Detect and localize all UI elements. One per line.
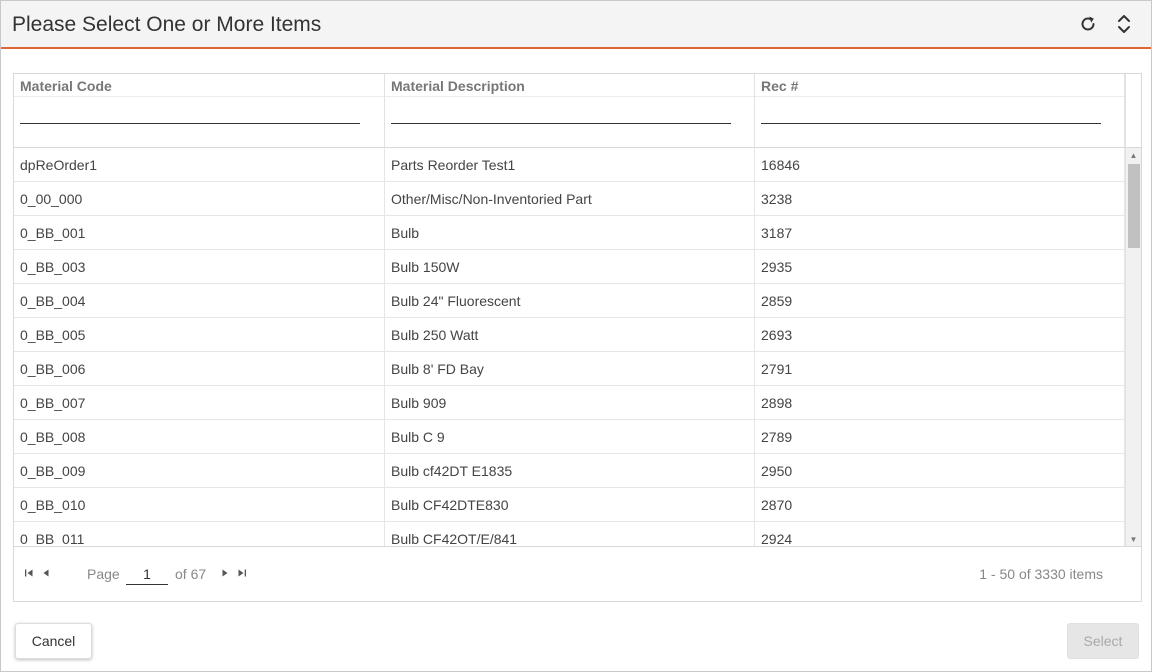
material-code-cell: 0_BB_001: [14, 216, 385, 250]
page-label: Page: [87, 566, 120, 582]
material-code-filter-input[interactable]: [20, 102, 360, 124]
items-grid: Material Code Material Description Rec #…: [13, 73, 1142, 602]
rec-number-cell: 2789: [755, 420, 1125, 454]
material-description-cell: Bulb 8' FD Bay: [385, 352, 755, 386]
rec-number-cell: 2791: [755, 352, 1125, 386]
cancel-button[interactable]: Cancel: [15, 623, 92, 659]
material-code-cell: 0_BB_008: [14, 420, 385, 454]
material-code-cell: 0_BB_004: [14, 284, 385, 318]
material-code-cell: 0_BB_006: [14, 352, 385, 386]
rec-number-cell: 2924: [755, 522, 1125, 546]
rec-number-cell: 3238: [755, 182, 1125, 216]
refresh-icon[interactable]: [1077, 13, 1099, 35]
material-description-cell: Bulb 909: [385, 386, 755, 420]
material-description-cell: Bulb 24" Fluorescent: [385, 284, 755, 318]
table-row[interactable]: 0_BB_010 Bulb CF42DTE830 2870: [14, 488, 1125, 522]
next-page-icon[interactable]: [218, 566, 232, 580]
table-row[interactable]: 0_BB_004 Bulb 24" Fluorescent 2859: [14, 284, 1125, 318]
material-code-cell: 0_BB_005: [14, 318, 385, 352]
material-code-cell: 0_BB_003: [14, 250, 385, 284]
rec-number-cell: 2859: [755, 284, 1125, 318]
select-items-dialog: Please Select One or More Items Material…: [0, 0, 1152, 672]
rec-number-cell: 2950: [755, 454, 1125, 488]
rec-number-cell: 2870: [755, 488, 1125, 522]
material-description-cell: Bulb cf42DT E1835: [385, 454, 755, 488]
column-label: Material Code: [20, 78, 112, 94]
material-code-cell: dpReOrder1: [14, 148, 385, 182]
table-row[interactable]: 0_BB_005 Bulb 250 Watt 2693: [14, 318, 1125, 352]
material-description-cell: Bulb CF42OT/E/841: [385, 522, 755, 546]
table-row[interactable]: 0_BB_008 Bulb C 9 2789: [14, 420, 1125, 454]
dialog-title: Please Select One or More Items: [12, 13, 322, 36]
column-header-material-description[interactable]: Material Description: [385, 74, 755, 148]
column-label: Material Description: [391, 78, 525, 94]
material-code-cell: 0_BB_007: [14, 386, 385, 420]
material-description-cell: Parts Reorder Test1: [385, 148, 755, 182]
previous-page-icon[interactable]: [39, 566, 53, 580]
grid-body: dpReOrder1 Parts Reorder Test1 16846 0_0…: [14, 148, 1125, 546]
dialog-titlebar: Please Select One or More Items: [1, 1, 1151, 49]
rec-number-cell: 2693: [755, 318, 1125, 352]
column-label: Rec #: [761, 78, 799, 94]
material-description-cell: Other/Misc/Non-Inventoried Part: [385, 182, 755, 216]
rec-number-filter-input[interactable]: [761, 102, 1101, 124]
scroll-up-arrow-icon[interactable]: ▲: [1126, 148, 1141, 162]
expand-collapse-icon[interactable]: [1113, 13, 1135, 35]
grid-scrollbar[interactable]: ▲ ▼: [1125, 148, 1141, 546]
select-button[interactable]: Select: [1067, 623, 1139, 659]
page-count-label: of 67: [175, 566, 207, 582]
material-code-cell: 0_00_000: [14, 182, 385, 216]
column-header-material-code[interactable]: Material Code: [14, 74, 385, 148]
material-description-cell: Bulb CF42DTE830: [385, 488, 755, 522]
material-description-filter-input[interactable]: [391, 102, 731, 124]
last-page-icon[interactable]: [235, 566, 249, 580]
table-row[interactable]: 0_BB_009 Bulb cf42DT E1835 2950: [14, 454, 1125, 488]
table-row[interactable]: 0_BB_007 Bulb 909 2898: [14, 386, 1125, 420]
table-row[interactable]: 0_BB_011 Bulb CF42OT/E/841 2924: [14, 522, 1125, 546]
column-header-rec-number[interactable]: Rec #: [755, 74, 1125, 148]
page-number-input[interactable]: [126, 563, 168, 585]
material-description-cell: Bulb 150W: [385, 250, 755, 284]
material-code-cell: 0_BB_009: [14, 454, 385, 488]
first-page-icon[interactable]: [22, 566, 36, 580]
table-row[interactable]: 0_BB_001 Bulb 3187: [14, 216, 1125, 250]
material-description-cell: Bulb: [385, 216, 755, 250]
rec-number-cell: 3187: [755, 216, 1125, 250]
scrollbar-thumb[interactable]: [1128, 164, 1140, 248]
rec-number-cell: 2898: [755, 386, 1125, 420]
pager-info: 1 - 50 of 3330 items: [979, 566, 1103, 582]
material-description-cell: Bulb 250 Watt: [385, 318, 755, 352]
table-row[interactable]: 0_BB_003 Bulb 150W 2935: [14, 250, 1125, 284]
material-description-cell: Bulb C 9: [385, 420, 755, 454]
rec-number-cell: 2935: [755, 250, 1125, 284]
table-row[interactable]: 0_00_000 Other/Misc/Non-Inventoried Part…: [14, 182, 1125, 216]
table-row[interactable]: dpReOrder1 Parts Reorder Test1 16846: [14, 148, 1125, 182]
scroll-down-arrow-icon[interactable]: ▼: [1126, 532, 1141, 546]
material-code-cell: 0_BB_010: [14, 488, 385, 522]
table-row[interactable]: 0_BB_006 Bulb 8' FD Bay 2791: [14, 352, 1125, 386]
grid-header: Material Code Material Description Rec #: [14, 74, 1125, 148]
rec-number-cell: 16846: [755, 148, 1125, 182]
grid-pager: Page of 67 1 - 50 of 3330 items: [14, 546, 1141, 601]
material-code-cell: 0_BB_011: [14, 522, 385, 546]
